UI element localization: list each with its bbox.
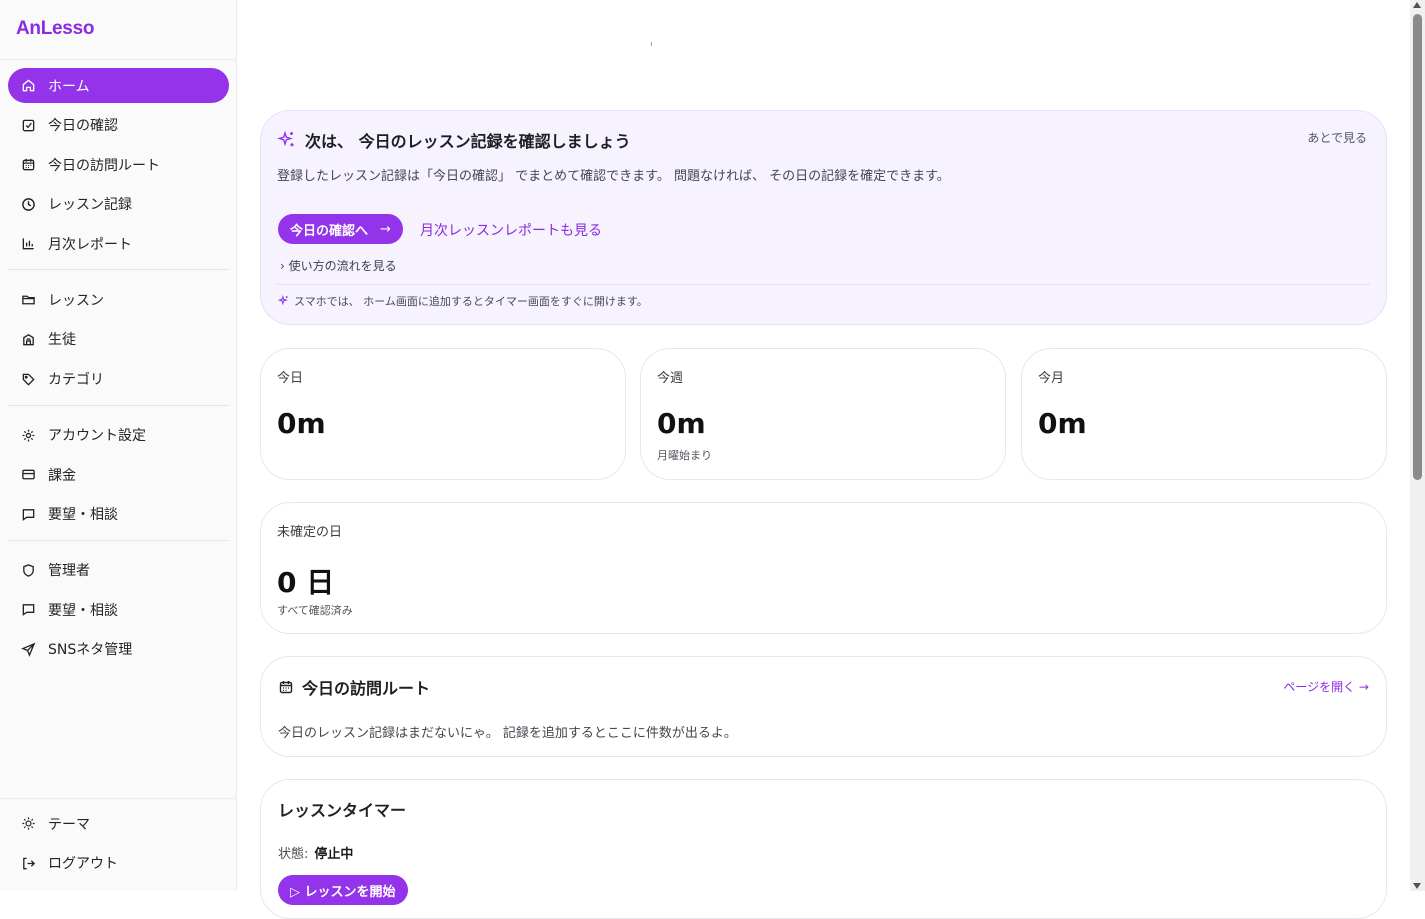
message-icon	[20, 602, 36, 618]
divider	[0, 59, 236, 60]
monthly-report-link[interactable]: 月次レッスンレポートも見る	[420, 220, 602, 240]
scrollbar[interactable]	[1410, 0, 1425, 891]
sidebar-item-label: 今日の確認	[48, 118, 118, 135]
sidebar-item-label: ホーム	[48, 78, 90, 95]
sidebar-item-label: 管理者	[48, 563, 90, 580]
sidebar-item-monthly-report[interactable]: 月次レポート	[8, 226, 229, 261]
usage-flow-toggle[interactable]: › 使い方の流れを見る	[280, 257, 397, 274]
sidebar-item-logout[interactable]: ログアウト	[8, 846, 229, 881]
stat-value: 0m	[1038, 407, 1087, 440]
arrow-right-icon: →	[380, 221, 391, 237]
message-icon	[20, 506, 36, 522]
sidebar-item-account-settings[interactable]: アカウント設定	[8, 418, 229, 453]
banner-description: 登録したレッスン記録は「今日の確認」 でまとめて確認できます。 問題なければ、 …	[277, 169, 950, 184]
later-link[interactable]: あとで見る	[1307, 129, 1367, 146]
sidebar: AnLesso ホーム 今日の確認 今日の訪問ルート レッスン記録 月次レポート…	[0, 0, 237, 891]
sidebar-item-label: 生徒	[48, 332, 76, 349]
sidebar-nav: ホーム 今日の確認 今日の訪問ルート レッスン記録 月次レポート レッスン 生徒…	[8, 68, 229, 672]
sidebar-item-label: ログアウト	[48, 856, 118, 873]
stat-value: 0m	[657, 407, 706, 440]
divider	[8, 539, 229, 541]
stat-subtext: すべて確認済み	[277, 604, 353, 617]
sidebar-item-label: カテゴリ	[48, 372, 104, 389]
sidebar-item-label: SNSネタ管理	[48, 642, 133, 659]
stat-card-today: 今日 0m	[260, 348, 626, 480]
sidebar-item-label: 要望・相談	[48, 507, 118, 524]
sidebar-item-label: レッスン記録	[48, 197, 132, 214]
sidebar-item-feedback[interactable]: 要望・相談	[8, 497, 229, 532]
calendar-icon	[20, 157, 36, 173]
lesson-timer-card: レッスンタイマー 状態: 停止中 ▷ レッスンを開始	[260, 779, 1387, 919]
sidebar-item-label: アカウント設定	[48, 428, 146, 445]
clock-icon	[20, 196, 36, 212]
sidebar-item-label: 要望・相談	[48, 602, 118, 619]
sidebar-item-label: レッスン	[48, 292, 104, 309]
stat-label: 今月	[1038, 371, 1065, 386]
stat-value: 0 日	[277, 566, 335, 599]
sidebar-item-admin-feedback[interactable]: 要望・相談	[8, 592, 229, 627]
pending-days-card: 未確定の日 0 日 すべて確認済み	[260, 502, 1387, 634]
sidebar-item-label: 今日の訪問ルート	[48, 157, 160, 174]
stat-label: 未確定の日	[277, 525, 343, 540]
gear-icon	[20, 427, 36, 443]
scroll-thumb[interactable]	[1413, 14, 1422, 480]
sidebar-item-label: テーマ	[48, 816, 90, 833]
divider	[8, 269, 229, 271]
stat-card-month: 今月 0m	[1021, 348, 1387, 480]
stat-card-week: 今週 0m 月曜始まり	[640, 348, 1006, 480]
decorative-tick	[651, 42, 652, 46]
credit-card-icon	[20, 467, 36, 483]
scroll-down-icon[interactable]	[1413, 883, 1421, 889]
banner-title: 次は、 今日のレッスン記録を確認しましょう	[277, 128, 631, 152]
sidebar-item-lesson-records[interactable]: レッスン記録	[8, 187, 229, 222]
sidebar-bottom-nav: テーマ ログアウト	[8, 806, 229, 885]
sun-icon	[20, 816, 36, 832]
divider	[8, 404, 229, 406]
sidebar-item-label: 課金	[48, 467, 76, 484]
send-icon	[20, 641, 36, 657]
sidebar-item-today-check[interactable]: 今日の確認	[8, 108, 229, 143]
stat-label: 今週	[657, 371, 684, 386]
sidebar-item-students[interactable]: 生徒	[8, 322, 229, 357]
shield-icon	[20, 562, 36, 578]
stat-label: 今日	[277, 371, 304, 386]
sidebar-item-admin[interactable]: 管理者	[8, 553, 229, 588]
sidebar-item-home[interactable]: ホーム	[8, 68, 229, 103]
route-description: 今日のレッスン記録はまだないにゃ。 記録を追加するとここに件数が出るよ。	[278, 726, 737, 741]
open-page-link[interactable]: ページを開く →	[1283, 678, 1369, 695]
sidebar-item-lessons[interactable]: レッスン	[8, 282, 229, 317]
divider	[0, 798, 236, 799]
folder-icon	[20, 292, 36, 308]
sparkles-icon	[278, 295, 288, 306]
sidebar-item-categories[interactable]: カテゴリ	[8, 362, 229, 397]
banner-tip: スマホでは、 ホーム画面に追加するとタイマー画面をすぐに開けます。	[278, 293, 648, 309]
sparkles-icon	[277, 130, 294, 147]
brand-logo[interactable]: AnLesso	[16, 18, 94, 40]
sidebar-item-billing[interactable]: 課金	[8, 457, 229, 492]
timer-title: レッスンタイマー	[278, 801, 407, 820]
next-step-banner: 次は、 今日のレッスン記録を確認しましょう あとで見る 登録したレッスン記録は「…	[260, 110, 1387, 325]
sidebar-item-visit-route[interactable]: 今日の訪問ルート	[8, 147, 229, 182]
logout-icon	[20, 855, 36, 871]
scroll-up-icon[interactable]	[1413, 2, 1421, 8]
sidebar-item-sns-topics[interactable]: SNSネタ管理	[8, 632, 229, 667]
start-lesson-button[interactable]: ▷ レッスンを開始	[278, 875, 408, 905]
calendar-icon	[279, 681, 293, 694]
stat-subtext: 月曜始まり	[657, 449, 712, 462]
stat-value: 0m	[277, 407, 326, 440]
checkbox-icon	[20, 117, 36, 133]
visit-route-card: 今日の訪問ルート ページを開く → 今日のレッスン記録はまだないにゃ。 記録を追…	[260, 656, 1387, 757]
tag-icon	[20, 371, 36, 387]
timer-state: 状態: 停止中	[278, 847, 354, 862]
go-to-today-check-button[interactable]: 今日の確認へ →	[278, 214, 403, 244]
students-icon	[20, 331, 36, 347]
divider	[277, 284, 1370, 285]
home-icon	[20, 78, 36, 94]
sidebar-item-theme[interactable]: テーマ	[8, 806, 229, 841]
sidebar-item-label: 月次レポート	[48, 236, 132, 253]
bar-chart-icon	[20, 236, 36, 252]
route-title: 今日の訪問ルート	[278, 675, 430, 699]
timer-state-value: 停止中	[314, 847, 354, 862]
